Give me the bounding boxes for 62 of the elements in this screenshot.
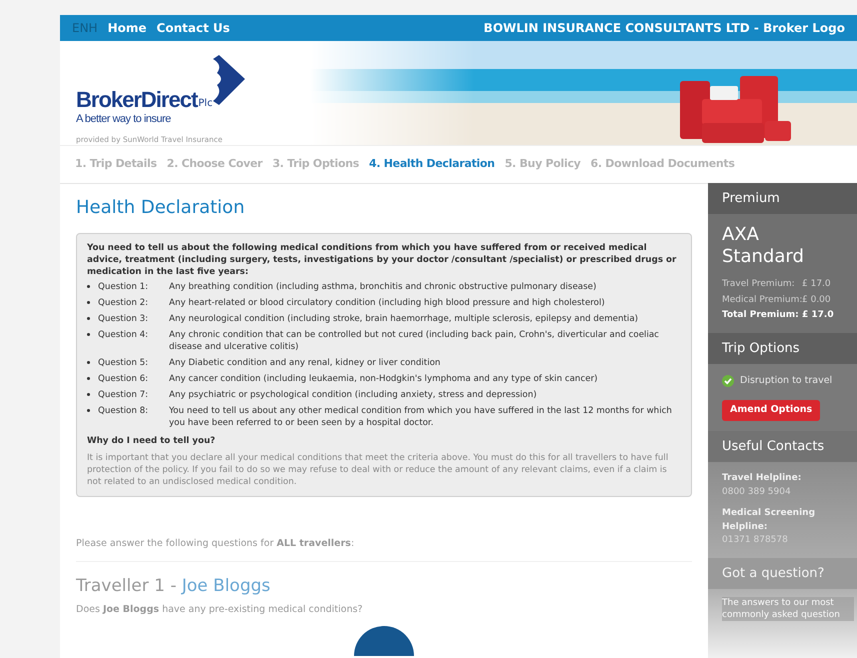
question-text: Any psychiatric or psychological condition (including anxiety, stress and depression) (169, 388, 538, 400)
premium-header: Premium (708, 182, 857, 214)
amend-options-button[interactable]: Amend Options (722, 400, 820, 420)
traveller-name: Joe Bloggs (182, 574, 270, 598)
broker-text: BOWLIN INSURANCE CONSULTANTS LTD - Broker Logo (484, 20, 845, 37)
nav-link[interactable]: Home (108, 19, 147, 37)
step-tab[interactable]: 2. Choose Cover (166, 156, 262, 172)
logo-text: BrokerDirect (76, 89, 198, 111)
question-text: Any Diabetic condition and any renal, kidney or liver condition (169, 356, 442, 368)
traveller-heading: Traveller 1 - (76, 574, 178, 598)
bullet-icon (87, 409, 90, 412)
question-label: Question 4: (97, 328, 150, 342)
bullet-icon (87, 377, 90, 380)
contact-label: Travel Helpline: (722, 472, 802, 485)
premium-value: £ 17.0 (802, 278, 831, 291)
contact-number: 0800 389 5904 (722, 486, 792, 498)
step-tab[interactable]: 1. Trip Details (75, 156, 157, 172)
bullet-icon (87, 393, 90, 396)
question-label: Question 3: (97, 312, 150, 324)
contact-label: Medical Screening Helpline: (722, 507, 816, 534)
question-label: Question 6: (97, 372, 150, 384)
bullet-icon (87, 333, 90, 336)
premium-value: £ 0.00 (802, 294, 831, 306)
nav-link[interactable]: Contact Us (156, 19, 230, 37)
logo-suffix: Plc (198, 97, 213, 111)
why-heading: Why do I need to tell you? (87, 434, 216, 446)
step-tab[interactable]: 3. Trip Options (272, 156, 359, 172)
useful-contacts-header: Useful Contacts (708, 430, 857, 462)
question-label: Question 1: (97, 280, 150, 292)
language-link[interactable]: ENH (72, 19, 98, 37)
question-header: Got a question? (708, 558, 857, 589)
product-name: AXA Standard (722, 224, 805, 268)
traveller-question: Does Joe Bloggs have any pre-existing medical conditions? (76, 603, 364, 618)
question-label: Question 2: (97, 296, 150, 308)
page-heading: Health Declaration (76, 196, 246, 220)
question-label: Question 8: (97, 404, 150, 418)
step-tab[interactable]: 6. Download Documents (590, 156, 735, 172)
bullet-icon (87, 317, 90, 320)
instruction-text: Please answer the following questions for ALL travellers: (76, 536, 692, 562)
question-text: Any chronic condition that can be controlled but not cured (including back pain, Crohn's, diverticular and coeliac disease and ulcerative colitis) (169, 328, 660, 352)
bullet-icon (87, 285, 90, 288)
bullet-icon (87, 361, 90, 364)
bullet-icon (87, 301, 90, 304)
question-text: Any neurological condition (including stroke, brain haemorrhage, multiple sclerosis, epilepsy and dementia) (169, 312, 640, 324)
question-text: Any cancer condition (including leukaemia, non-Hodgkin's lymphoma and any type of skin cancer) (169, 372, 599, 384)
premium-label: Total Premium: (722, 309, 800, 322)
question-label: Question 5: (97, 356, 150, 368)
question-text: Any breathing condition (including asthma, bronchitis and chronic obstructive pulmonary disease) (169, 280, 598, 292)
question-text: Any heart-related or blood circulatory condition (including high blood pressure and high cholesterol) (169, 296, 606, 308)
question-text: The answers to our most commonly asked question (722, 597, 854, 621)
premium-label: Medical Premium: (722, 294, 802, 306)
trip-options-header: Trip Options (708, 332, 857, 364)
step-tab[interactable]: 4. Health Declaration (368, 156, 495, 172)
premium-value: £ 17.0 (802, 309, 834, 322)
step-tab[interactable]: 5. Buy Policy (504, 156, 581, 172)
logo-tagline: A better way to insure (76, 112, 172, 127)
why-text: It is important that you declare all your medical conditions that meet the criteria above. You must do this for all travellers to have full protection of the policy. If you fail to do so we may refuse to deal with or reduce the amount of any relevant claims, even if a claim is not related to an undisclosed medical condition. (87, 452, 670, 488)
question-label: Question 7: (97, 388, 150, 400)
question-text: You need to tell us about any other medical condition from which you have suffered in the last 12 months for which you have been referred to or been seen by a hospital doctor. (169, 404, 673, 428)
intro-text: You need to tell us about the following medical conditions from which you have suffered from or received medical advice, treatment (including surgery, tests, investigations by your doctor /consultant /specialist) or prescribed drugs or medication in the last five years: (87, 242, 678, 278)
premium-label: Travel Premium: (722, 278, 796, 291)
option-label: Disruption to travel (740, 374, 832, 388)
